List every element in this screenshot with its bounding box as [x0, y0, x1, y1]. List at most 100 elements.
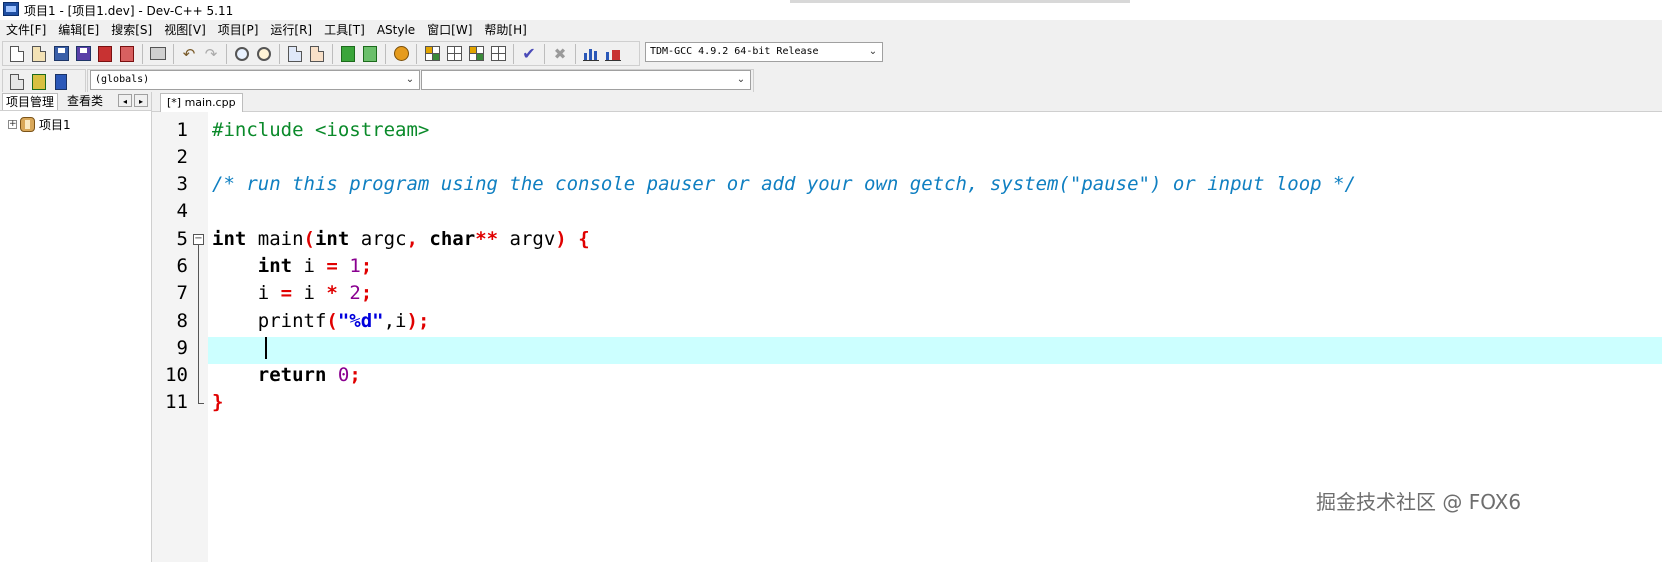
bookmark-icon [32, 73, 46, 90]
devcpp-app-icon[interactable] [3, 2, 19, 16]
project-icon [20, 117, 35, 132]
line-number: 6 [176, 255, 188, 277]
overlay-shadow [790, 0, 1130, 3]
chevron-down-icon: ⌄ [868, 46, 878, 57]
new-file-button[interactable] [7, 44, 27, 64]
remove-from-project-button[interactable] [360, 44, 380, 64]
menu-project[interactable]: 项目[P] [212, 20, 265, 40]
syntax-check-button[interactable]: ✔ [519, 44, 539, 64]
code-line-6: int i = 1; [257, 255, 373, 277]
menu-file[interactable]: 文件[F] [0, 20, 52, 40]
tab-class-browser[interactable]: 查看类 [64, 93, 106, 109]
chart-icon [583, 46, 599, 61]
toolbar-separator [332, 43, 333, 64]
menu-window[interactable]: 窗口[W] [421, 20, 478, 40]
code-line-11: } [212, 391, 224, 413]
chart-delete-icon [605, 46, 621, 61]
goto-line-button[interactable] [307, 44, 327, 64]
menu-search[interactable]: 搜索[S] [105, 20, 158, 40]
close-button[interactable] [95, 44, 115, 64]
save-all-button[interactable] [73, 44, 93, 64]
indent-icon [288, 45, 302, 62]
line-number: 11 [165, 391, 188, 413]
redo-icon: ↷ [204, 44, 218, 63]
compile-run-icon [468, 46, 484, 61]
code-line-5: int main(int argc, char** argv) { [212, 228, 590, 250]
compile-run-button[interactable] [466, 44, 486, 64]
line-number: 3 [176, 173, 188, 195]
rebuild-all-icon [490, 46, 506, 61]
project-options-button[interactable] [391, 44, 411, 64]
tab-scroll-right-button[interactable]: ▸ [134, 94, 148, 107]
compiler-select[interactable]: TDM-GCC 4.9.2 64-bit Release ⌄ [645, 42, 883, 62]
compiler-select-value: TDM-GCC 4.9.2 64-bit Release [650, 46, 819, 57]
line-number: 2 [176, 146, 188, 168]
project-tree-item[interactable]: + 项目1 [8, 116, 71, 133]
close-all-button[interactable] [117, 44, 137, 64]
project-options-icon [393, 46, 409, 61]
menu-tools[interactable]: 工具[T] [318, 20, 371, 40]
line-number: 4 [176, 200, 188, 222]
open-button[interactable] [29, 44, 49, 64]
check-icon: ✔ [522, 43, 536, 63]
replace-button[interactable] [254, 44, 274, 64]
toolbar-buttons: ↶ ↷ ✔ ✖ [2, 41, 640, 66]
fold-collapse-icon[interactable]: − [193, 234, 204, 245]
run-button[interactable] [444, 44, 464, 64]
menu-help[interactable]: 帮助[H] [478, 20, 532, 40]
text-caret [265, 337, 267, 359]
menu-astyle[interactable]: AStyle [371, 20, 421, 40]
delete-profile-button[interactable] [603, 44, 623, 64]
menu-view[interactable]: 视图[V] [158, 20, 212, 40]
profile-button[interactable] [581, 44, 601, 64]
code-line-10: return 0; [257, 364, 361, 386]
toolbar-separator [385, 43, 386, 64]
insert-button[interactable] [7, 72, 27, 92]
tab-main-cpp[interactable]: [*] main.cpp [160, 93, 243, 112]
stop-execution-button[interactable]: ✖ [550, 44, 570, 64]
tab-project-manager[interactable]: 项目管理 [2, 93, 59, 110]
project-panel: 项目管理 查看类 ◂ ▸ + 项目1 [0, 92, 152, 562]
find-icon [235, 46, 249, 61]
menu-run[interactable]: 运行[R] [264, 20, 318, 40]
toolbar-separator [544, 43, 545, 64]
code-line-3: /* run this program using the console pa… [212, 173, 1356, 195]
rebuild-all-button[interactable] [488, 44, 508, 64]
fold-guide-end [198, 403, 204, 404]
toolbar-separator [513, 43, 514, 64]
add-to-project-button[interactable] [338, 44, 358, 64]
code-line-7: i = i * 2; [212, 282, 373, 304]
watermark: 掘金技术社区 @ FOX6 [1316, 490, 1522, 514]
run-icon [446, 46, 462, 61]
replace-icon [257, 46, 271, 61]
current-line-highlight [208, 337, 1662, 364]
goto-bookmark-button[interactable] [51, 72, 71, 92]
toolbar-separator [279, 43, 280, 64]
find-button[interactable] [232, 44, 252, 64]
insert-icon [10, 73, 24, 90]
toolbar-separator [575, 43, 576, 64]
tab-scroll-left-button[interactable]: ◂ [118, 94, 132, 107]
line-number: 10 [165, 364, 188, 386]
stop-icon: ✖ [553, 44, 567, 63]
fold-guide [198, 245, 199, 403]
line-number: 5 [176, 228, 188, 250]
globals-select-value: (globals) [95, 74, 150, 85]
globals-select[interactable]: (globals) ⌄ [90, 70, 420, 90]
undo-button[interactable]: ↶ [179, 44, 199, 64]
goto-bookmark-icon [55, 73, 67, 90]
compile-icon [424, 46, 440, 61]
expand-icon[interactable]: + [8, 120, 17, 129]
toggle-bookmark-button[interactable] [29, 72, 49, 92]
print-button[interactable] [148, 44, 168, 64]
toolbar-separator [142, 43, 143, 64]
menu-edit[interactable]: 编辑[E] [52, 20, 105, 40]
members-select[interactable]: ⌄ [421, 70, 751, 90]
indent-button[interactable] [285, 44, 305, 64]
toolbar-separator [226, 43, 227, 64]
redo-button[interactable]: ↷ [201, 44, 221, 64]
project-panel-tabs: 项目管理 查看类 ◂ ▸ [0, 92, 151, 111]
save-button[interactable] [51, 44, 71, 64]
toolbar-separator [173, 43, 174, 64]
compile-button[interactable] [422, 44, 442, 64]
